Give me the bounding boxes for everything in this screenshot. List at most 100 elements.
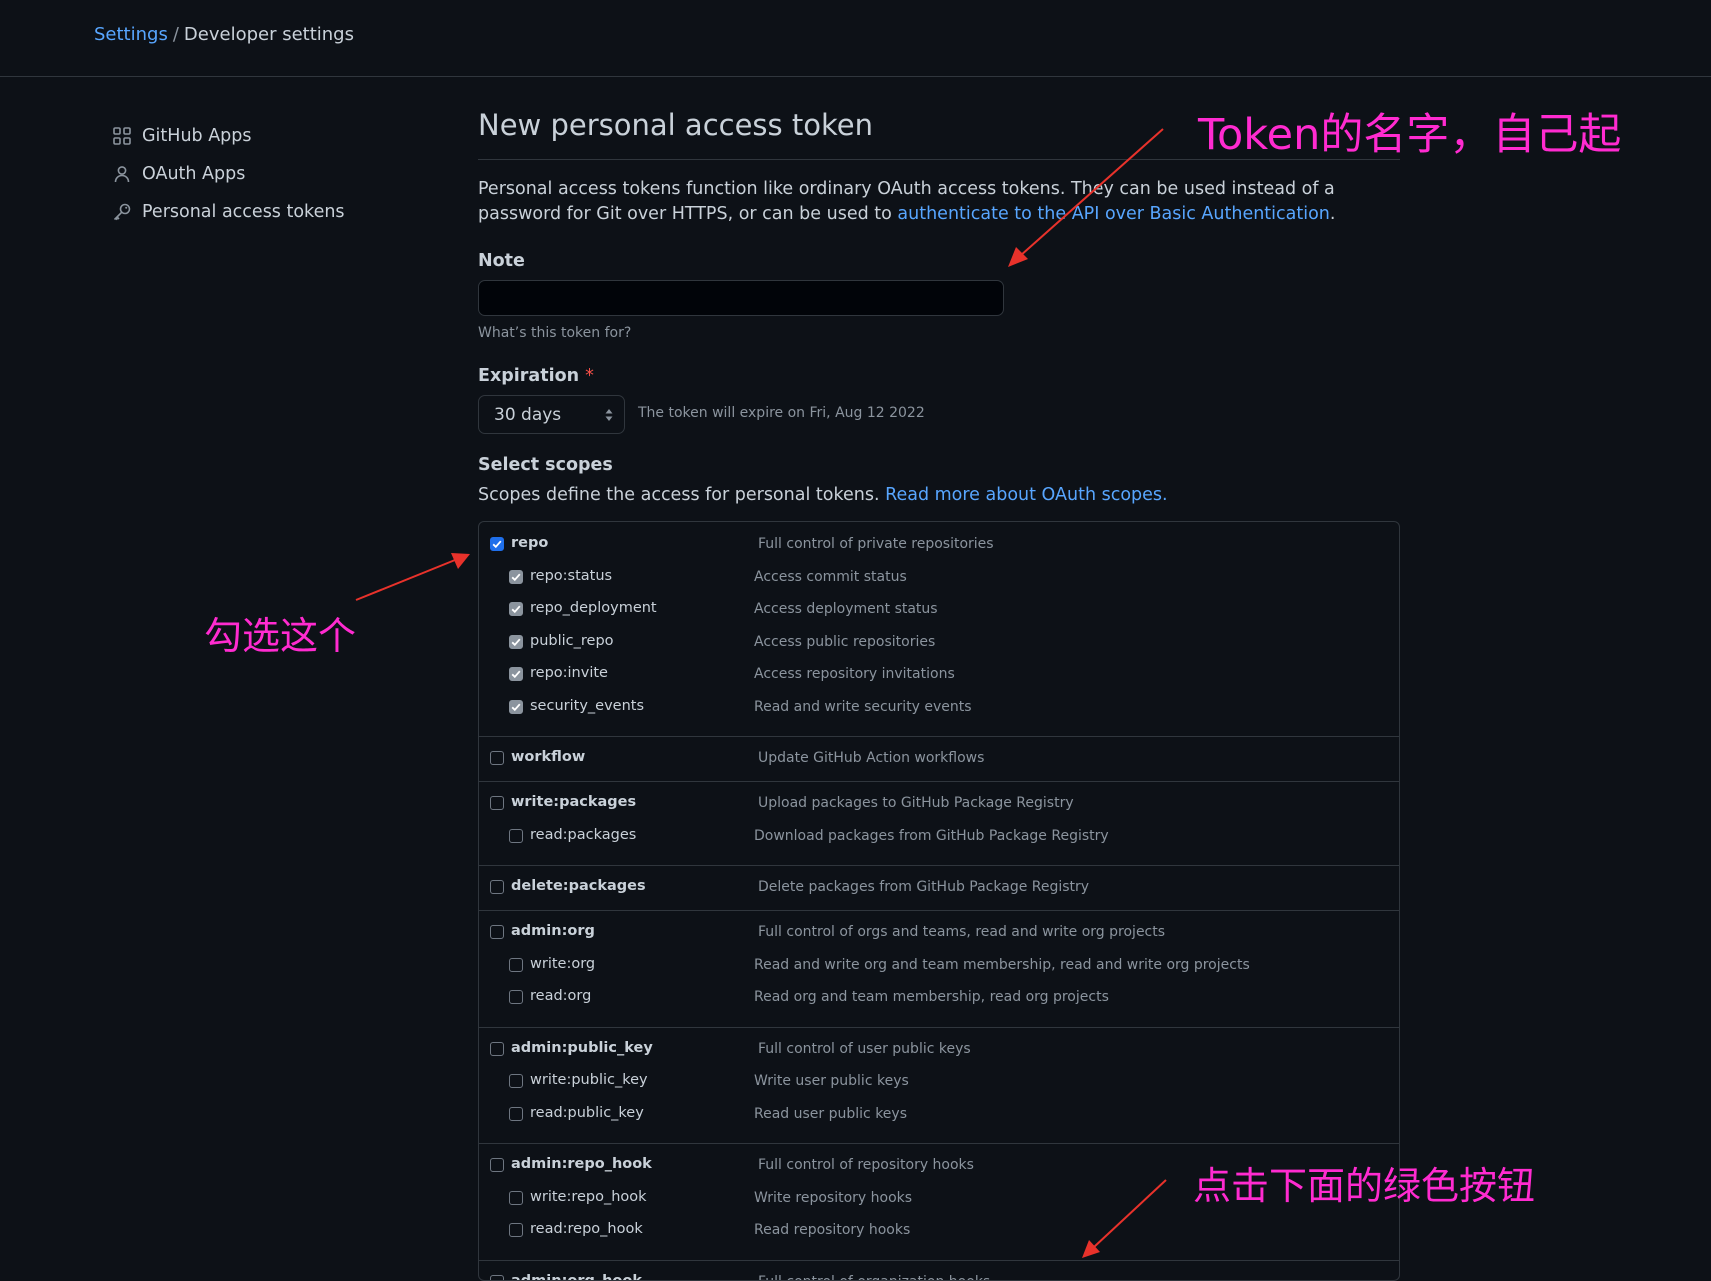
scope-checkbox-write-repo-hook[interactable] (509, 1191, 523, 1205)
scopes-intro-text: Scopes define the access for personal to… (478, 485, 885, 505)
scope-description: Read user public keys (754, 1106, 907, 1122)
scope-name[interactable]: write:public_key (530, 1072, 648, 1088)
scope-row-repo: repo Full control of private repositories (479, 531, 1400, 557)
apps-grid-icon (112, 126, 132, 146)
expiration-label-text: Expiration (478, 366, 579, 386)
scope-row-admin-org: admin:org Full control of orgs and teams,… (479, 919, 1400, 945)
scope-description: Full control of repository hooks (758, 1157, 974, 1173)
scope-name[interactable]: read:repo_hook (530, 1221, 643, 1237)
scope-description: Access public repositories (754, 634, 935, 650)
arrowhead-repo (451, 553, 470, 569)
breadcrumb-current: Developer settings (184, 24, 354, 45)
scope-checkbox-security-events[interactable] (509, 700, 523, 714)
scope-description: Read org and team membership, read org p… (754, 989, 1109, 1005)
scope-checkbox-repo[interactable] (490, 537, 504, 551)
scope-name[interactable]: admin:repo_hook (511, 1156, 652, 1172)
scope-checkbox-write-packages[interactable] (490, 796, 504, 810)
scope-description: Upload packages to GitHub Package Regist… (758, 795, 1074, 811)
scope-group-divider (479, 1027, 1400, 1028)
scope-row-write-packages: write:packages Upload packages to GitHub … (479, 790, 1400, 816)
scope-checkbox-delete-packages[interactable] (490, 880, 504, 894)
scope-description: Access repository invitations (754, 666, 955, 682)
breadcrumb-settings-link[interactable]: Settings (94, 24, 168, 45)
scopes-heading: Select scopes (478, 455, 613, 475)
scope-name[interactable]: security_events (530, 698, 644, 714)
intro-text: Personal access tokens function like ord… (478, 177, 1378, 227)
scope-description: Write repository hooks (754, 1190, 912, 1206)
sidebar-item-oauth-apps[interactable]: OAuth Apps (112, 159, 245, 189)
scope-row-workflow: workflowUpdate GitHub Action workflows (479, 745, 1400, 771)
scope-row-admin-public-key: admin:public_key Full control of user pub… (479, 1036, 1400, 1062)
scope-name[interactable]: repo:status (530, 568, 612, 584)
scopes-intro: Scopes define the access for personal to… (478, 485, 1168, 505)
arrowhead-note (1008, 247, 1028, 267)
basic-auth-link[interactable]: authenticate to the API over Basic Authe… (897, 204, 1330, 224)
scope-description: Delete packages from GitHub Package Regi… (758, 879, 1089, 895)
scope-row-repo-deployment: repo_deployment Access deployment status (479, 596, 1400, 622)
scope-description: Full control of organization hooks (758, 1274, 990, 1281)
scope-checkbox-read-public-key[interactable] (509, 1107, 523, 1121)
scope-checkbox-admin-org-hook[interactable] (490, 1275, 504, 1281)
scope-name[interactable]: write:org (530, 956, 595, 972)
scope-checkbox-workflow[interactable] (490, 751, 504, 765)
scope-name[interactable]: admin:org (511, 923, 595, 939)
scope-row-write-public-key: write:public_keyWrite user public keys (479, 1068, 1400, 1094)
scope-description: Access deployment status (754, 601, 938, 617)
scope-row-write-org: write:orgRead and write org and team mem… (479, 952, 1400, 978)
scope-row-public-repo: public_repo Access public repositories (479, 629, 1400, 655)
scope-name[interactable]: write:repo_hook (530, 1189, 647, 1205)
select-caret-icon (604, 406, 614, 424)
sidebar-item-personal-access-tokens[interactable]: Personal access tokens (112, 197, 345, 227)
scope-description: Access commit status (754, 569, 907, 585)
scope-checkbox-admin-public-key[interactable] (490, 1042, 504, 1056)
scope-name[interactable]: read:packages (530, 827, 636, 843)
oauth-scopes-link[interactable]: Read more about OAuth scopes. (885, 485, 1168, 505)
scope-checkbox-write-public-key[interactable] (509, 1074, 523, 1088)
scope-checkbox-write-org[interactable] (509, 958, 523, 972)
scope-checkbox-public-repo[interactable] (509, 635, 523, 649)
scope-checkbox-read-packages[interactable] (509, 829, 523, 843)
scope-checkbox-admin-org[interactable] (490, 925, 504, 939)
scope-name[interactable]: workflow (511, 749, 585, 765)
scope-checkbox-repo-invite[interactable] (509, 667, 523, 681)
sidebar-item-label: GitHub Apps (142, 126, 252, 146)
scope-checkbox-repo-deployment[interactable] (509, 602, 523, 616)
note-input[interactable] (478, 280, 1004, 316)
scope-group-divider (479, 910, 1400, 911)
scope-checkbox-read-org[interactable] (509, 990, 523, 1004)
intro-text-end: . (1330, 204, 1336, 224)
scope-row-admin-org-hook: admin:org_hookFull control of organizati… (479, 1269, 1400, 1281)
scope-row-read-repo-hook: read:repo_hook Read repository hooks (479, 1217, 1400, 1243)
scope-checkbox-admin-repo-hook[interactable] (490, 1158, 504, 1172)
scope-name[interactable]: admin:public_key (511, 1040, 653, 1056)
expiration-selected-value: 30 days (494, 405, 561, 425)
required-mark: * (585, 366, 594, 386)
scope-name[interactable]: delete:packages (511, 878, 646, 894)
scope-name[interactable]: public_repo (530, 633, 614, 649)
key-icon (112, 202, 132, 222)
scope-row-read-public-key: read:public_key Read user public keys (479, 1101, 1400, 1127)
scope-description: Full control of private repositories (758, 536, 994, 552)
scope-name[interactable]: read:org (530, 988, 591, 1004)
scope-name[interactable]: repo (511, 535, 548, 551)
scope-description: Full control of orgs and teams, read and… (758, 924, 1165, 940)
scope-group-divider (479, 736, 1400, 737)
annotation-token-name: Token的名字，自己起 (1198, 100, 1621, 162)
scope-checkbox-repo-status[interactable] (509, 570, 523, 584)
scope-name[interactable]: write:packages (511, 794, 636, 810)
scope-description: Read repository hooks (754, 1222, 910, 1238)
page-title: New personal access token (478, 108, 873, 142)
scope-group-divider (479, 865, 1400, 866)
scope-name[interactable]: repo_deployment (530, 600, 657, 616)
expiration-select[interactable]: 30 days (478, 395, 625, 434)
scope-description: Full control of user public keys (758, 1041, 971, 1057)
note-hint: What’s this token for? (478, 325, 631, 341)
scope-name[interactable]: read:public_key (530, 1105, 644, 1121)
expiration-label: Expiration * (478, 366, 594, 386)
sidebar-item-github-apps[interactable]: GitHub Apps (112, 121, 252, 151)
scope-row-repo-invite: repo:invite Access repository invitations (479, 661, 1400, 687)
breadcrumb-separator: / (173, 24, 179, 45)
scope-description: Read and write security events (754, 699, 972, 715)
scope-checkbox-read-repo-hook[interactable] (509, 1223, 523, 1237)
scope-name[interactable]: repo:invite (530, 665, 608, 681)
